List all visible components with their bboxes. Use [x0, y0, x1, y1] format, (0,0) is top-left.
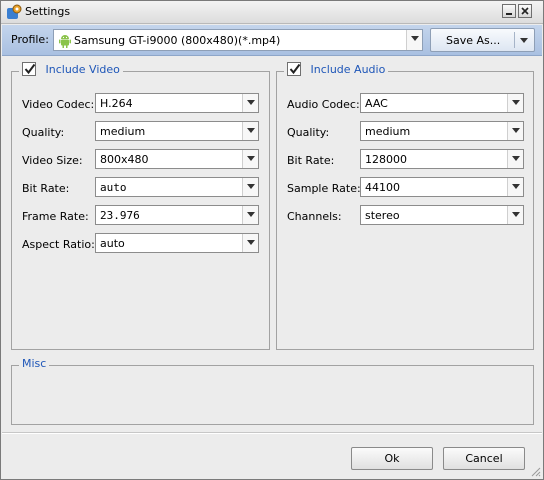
misc-group [11, 365, 534, 425]
misc-legend: Misc [19, 357, 50, 370]
checkmark-icon [24, 63, 36, 75]
chevron-down-icon[interactable] [242, 94, 258, 112]
chevron-down-icon[interactable] [242, 178, 258, 196]
resize-grip-icon[interactable] [531, 467, 541, 477]
include-audio-label: Include Audio [310, 63, 386, 76]
include-audio-checkbox[interactable] [287, 62, 301, 76]
video-bitrate-value[interactable]: auto [100, 181, 127, 194]
video-codec-value: H.264 [100, 97, 133, 110]
channels-select[interactable]: stereo [360, 205, 524, 225]
include-video-label: Include Video [45, 63, 120, 76]
audio-quality-label: Quality: [287, 126, 330, 139]
audio-legend: Include Audio [284, 62, 389, 77]
audio-codec-label: Audio Codec: [287, 98, 360, 111]
audio-bitrate-label: Bit Rate: [287, 154, 335, 167]
title-bar[interactable]: Settings [1, 1, 543, 24]
audio-bitrate-value: 128000 [365, 153, 407, 166]
audio-bitrate-select[interactable]: 128000 [360, 149, 524, 169]
chevron-down-icon[interactable] [507, 150, 523, 168]
video-codec-select[interactable]: H.264 [95, 93, 259, 113]
profile-value: Samsung GT-i9000 (800x480)(*.mp4) [74, 34, 281, 47]
video-quality-label: Quality: [22, 126, 65, 139]
chevron-down-icon[interactable] [507, 206, 523, 224]
settings-app-icon [6, 4, 22, 20]
chevron-down-icon[interactable] [507, 94, 523, 112]
include-video-checkbox[interactable] [22, 62, 36, 76]
video-codec-label: Video Codec: [22, 98, 95, 111]
audio-quality-select[interactable]: medium [360, 121, 524, 141]
profile-toolbar: Profile: Samsung GT-i9000 (800x480)(*.mp… [2, 25, 542, 56]
chevron-down-icon[interactable] [507, 178, 523, 196]
minimize-icon [506, 13, 512, 15]
close-icon [521, 7, 529, 15]
checkmark-icon [289, 63, 301, 75]
channels-label: Channels: [287, 210, 342, 223]
profile-select[interactable]: Samsung GT-i9000 (800x480)(*.mp4) [53, 29, 423, 51]
sample-rate-label: Sample Rate: [287, 182, 361, 195]
chevron-down-icon[interactable] [242, 150, 258, 168]
chevron-down-icon[interactable] [507, 122, 523, 140]
save-as-button[interactable]: Save As... [430, 28, 535, 52]
chevron-down-icon[interactable] [406, 30, 422, 50]
audio-codec-select[interactable]: AAC [360, 93, 524, 113]
android-icon [58, 33, 72, 48]
save-as-label: Save As... [446, 34, 501, 47]
settings-window: Settings Profile: Samsung GT-i9000 (800x… [0, 0, 544, 480]
sample-rate-value: 44100 [365, 181, 400, 194]
video-legend: Include Video [19, 62, 123, 77]
frame-rate-select[interactable]: 23.976 [95, 205, 259, 225]
video-quality-select[interactable]: medium [95, 121, 259, 141]
profile-label: Profile: [11, 33, 49, 46]
video-bitrate-select[interactable]: auto [95, 177, 259, 197]
ok-button[interactable]: Ok [351, 447, 433, 470]
chevron-down-icon[interactable] [520, 38, 528, 43]
audio-codec-value: AAC [365, 97, 388, 110]
channels-value: stereo [365, 209, 400, 222]
close-button[interactable] [518, 4, 532, 18]
frame-rate-value[interactable]: 23.976 [100, 209, 140, 222]
sample-rate-select[interactable]: 44100 [360, 177, 524, 197]
aspect-ratio-label: Aspect Ratio: [22, 238, 95, 251]
chevron-down-icon[interactable] [242, 122, 258, 140]
cancel-button[interactable]: Cancel [443, 447, 525, 470]
save-as-divider [514, 32, 515, 48]
frame-rate-label: Frame Rate: [22, 210, 89, 223]
video-size-select[interactable]: 800x480 [95, 149, 259, 169]
chevron-down-icon[interactable] [242, 206, 258, 224]
window-title: Settings [25, 5, 71, 18]
aspect-ratio-value: auto [100, 237, 125, 250]
footer-divider [2, 432, 542, 434]
audio-quality-value: medium [365, 125, 411, 138]
minimize-button[interactable] [502, 4, 516, 18]
video-bitrate-label: Bit Rate: [22, 182, 70, 195]
aspect-ratio-select[interactable]: auto [95, 233, 259, 253]
video-size-label: Video Size: [22, 154, 83, 167]
video-quality-value: medium [100, 125, 146, 138]
video-size-value: 800x480 [100, 153, 149, 166]
chevron-down-icon[interactable] [242, 234, 258, 252]
